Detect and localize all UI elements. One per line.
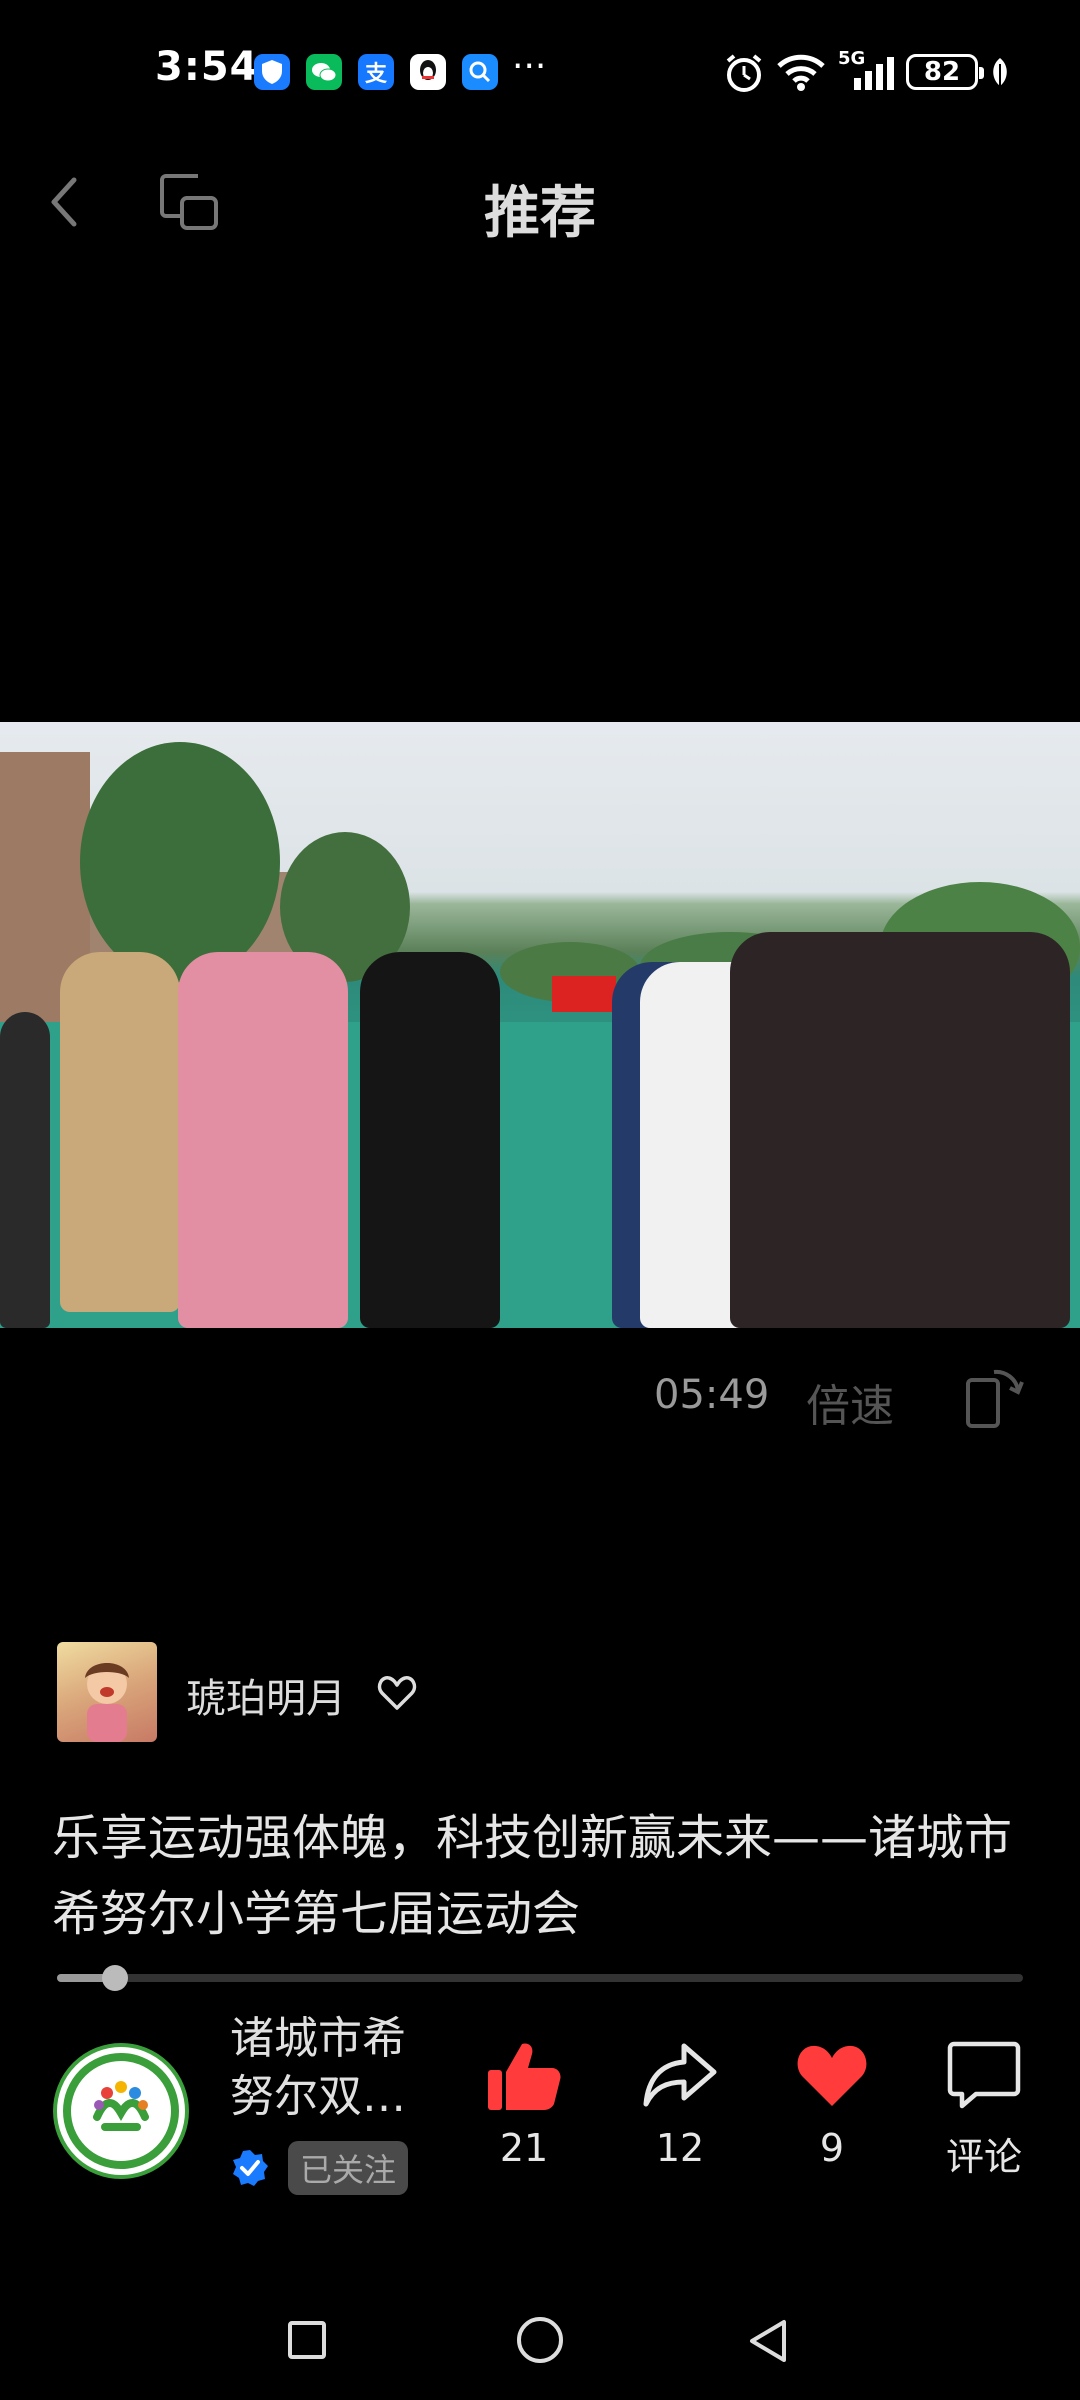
- page-title: 推荐: [484, 181, 596, 246]
- follow-heart-button[interactable]: [376, 1672, 418, 1714]
- more-notifications: ···: [512, 46, 547, 87]
- verified-icon: [230, 2148, 270, 2188]
- wifi-icon: [776, 54, 826, 96]
- triangle-back-icon: [750, 2320, 786, 2362]
- share-icon: [643, 2043, 717, 2107]
- alarm-icon: [722, 52, 766, 98]
- like-button[interactable]: 21: [464, 2040, 584, 2170]
- signal-icon: [840, 56, 896, 96]
- followed-badge[interactable]: 已关注: [288, 2141, 408, 2195]
- alipay-icon: 支: [358, 54, 394, 90]
- system-back-button[interactable]: [746, 2318, 792, 2364]
- heart-outline-icon: [377, 1676, 417, 1710]
- battery-indicator: 82: [906, 54, 984, 90]
- share-button[interactable]: 12: [620, 2040, 740, 2170]
- shield-icon: [254, 54, 290, 90]
- rotate-screen-button[interactable]: [964, 1366, 1024, 1430]
- rotate-icon: [966, 1369, 1024, 1428]
- video-duration: 05:49: [654, 1372, 770, 1418]
- comment-label: 评论: [945, 2135, 1022, 2179]
- share-count: 12: [655, 2126, 705, 2170]
- channel-avatar[interactable]: [53, 2043, 189, 2179]
- like-count: 21: [499, 2126, 549, 2170]
- progress-thumb[interactable]: [102, 1965, 128, 1991]
- author-name[interactable]: 琥珀明月: [186, 1666, 346, 1724]
- author-avatar[interactable]: [57, 1642, 157, 1742]
- speed-button[interactable]: 倍速: [806, 1370, 894, 1434]
- favorite-button[interactable]: 9: [772, 2040, 892, 2170]
- heart-filled-icon: [797, 2045, 867, 2106]
- qq-icon: [410, 54, 446, 90]
- favorite-count: 9: [819, 2126, 845, 2170]
- search-app-icon: [462, 54, 498, 90]
- channel-name[interactable]: 诸城市希努尔双…: [230, 2010, 440, 2126]
- video-caption: 乐享运动强体魄，科技创新赢未来——诸城市希努尔小学第七届运动会: [52, 1810, 1013, 1942]
- comment-button[interactable]: 评论: [924, 2040, 1044, 2181]
- leaf-icon: [990, 56, 1010, 92]
- video-player[interactable]: [0, 722, 1080, 1328]
- status-time: 3:54: [155, 44, 259, 90]
- wechat-icon: [306, 54, 342, 90]
- thumbs-up-icon: [488, 2043, 561, 2110]
- home-button[interactable]: [517, 2317, 563, 2363]
- recent-apps-button[interactable]: [288, 2321, 326, 2359]
- progress-track[interactable]: [57, 1974, 1023, 1982]
- comment-icon: [947, 2041, 1021, 2109]
